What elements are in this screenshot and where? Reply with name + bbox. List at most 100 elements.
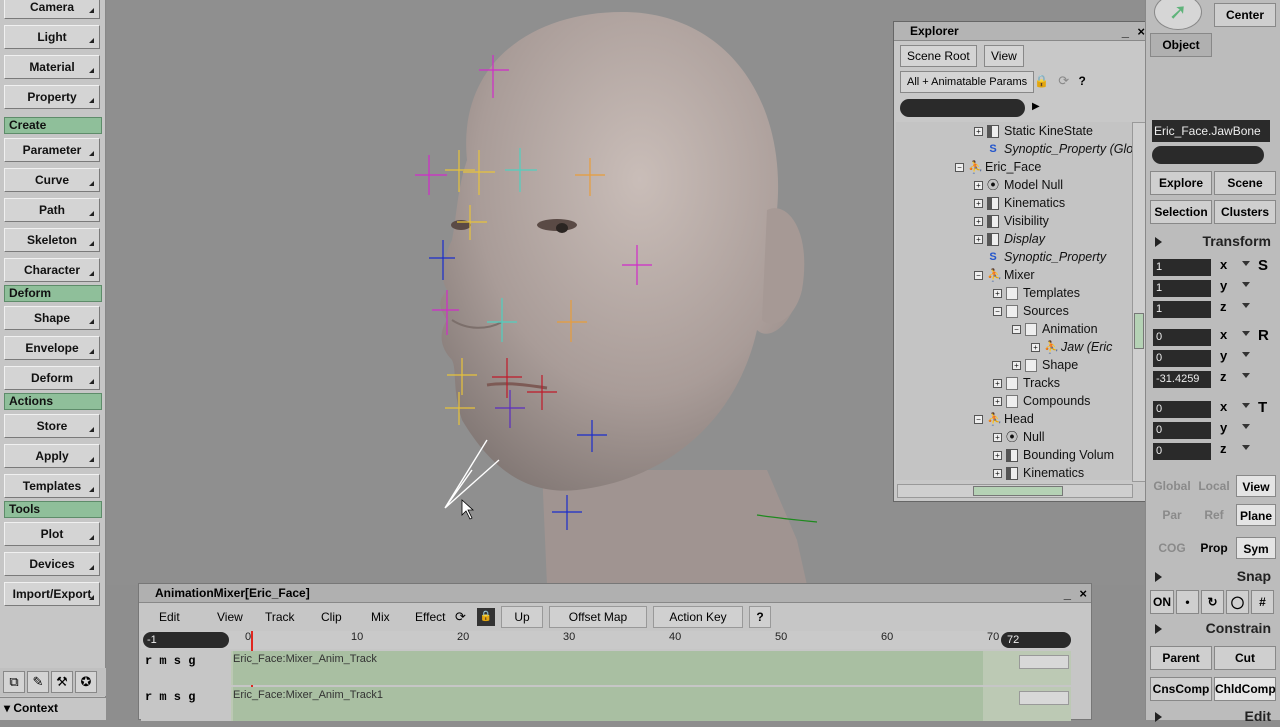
collapse-icon[interactable]: − (955, 163, 964, 173)
axis-dropdown-icon[interactable] (1242, 373, 1250, 378)
close-icon[interactable]: × (1137, 23, 1145, 41)
expand-icon[interactable]: + (993, 451, 1002, 461)
axis-dropdown-icon[interactable] (1242, 403, 1250, 408)
snap-on-button[interactable]: ON (1150, 590, 1174, 614)
expand-icon[interactable]: + (974, 217, 983, 227)
translate-x-field[interactable]: 0 (1153, 401, 1211, 418)
clusters-button[interactable]: Clusters (1214, 200, 1276, 224)
hammer-tool-icon[interactable]: ⚒ (51, 671, 73, 693)
menu-view[interactable]: View (217, 606, 243, 628)
global-button[interactable]: Global (1152, 475, 1192, 497)
camera-button[interactable]: Camera (4, 0, 100, 19)
scale-x-field[interactable]: 1 (1153, 259, 1211, 276)
explorer-view-button[interactable]: View (984, 45, 1024, 67)
prop-button[interactable]: Prop (1194, 537, 1234, 559)
hscroll-thumb[interactable] (973, 486, 1063, 496)
expand-icon[interactable]: + (974, 235, 983, 245)
rotate-mode-icon[interactable]: R (1258, 327, 1269, 344)
track-controls[interactable]: r m s g (141, 687, 231, 721)
cog-button[interactable]: COG (1152, 537, 1192, 559)
explorer-horizontal-scrollbar[interactable] (897, 484, 1133, 498)
axis-x-label[interactable]: x (1220, 327, 1227, 342)
tree-item[interactable]: + Kinematics (993, 464, 1084, 480)
mixer-track[interactable]: r m s g Eric_Face:Mixer_Anim_Track (141, 651, 1071, 685)
collapse-icon[interactable]: − (993, 307, 1002, 317)
tree-item[interactable]: − Animation (1012, 320, 1098, 338)
help-button[interactable]: ? (749, 606, 771, 628)
menu-track[interactable]: Track (265, 606, 295, 628)
view-button[interactable]: View (1236, 475, 1276, 497)
up-button[interactable]: Up (501, 606, 543, 628)
scale-z-field[interactable]: 1 (1153, 301, 1211, 318)
selection-filter-input[interactable] (1152, 146, 1264, 164)
axis-dropdown-icon[interactable] (1242, 261, 1250, 266)
parent-button[interactable]: Parent (1150, 646, 1212, 670)
object-button[interactable]: Object (1150, 33, 1212, 57)
ref-button[interactable]: Ref (1194, 504, 1234, 526)
explorer-search-input[interactable] (900, 99, 1025, 117)
expand-icon[interactable]: + (974, 181, 983, 191)
context-menu-button[interactable]: ▾ Context (0, 697, 106, 720)
scale-mode-icon[interactable]: S (1258, 257, 1268, 274)
translate-y-field[interactable]: 0 (1153, 422, 1211, 439)
minimize-icon[interactable]: _ (1064, 585, 1071, 603)
expand-icon[interactable]: + (993, 397, 1002, 407)
deform-button[interactable]: Deform (4, 366, 100, 390)
material-button[interactable]: Material (4, 55, 100, 79)
snap-header[interactable]: Snap (1149, 565, 1279, 587)
tree-item[interactable]: − Sources (993, 302, 1069, 320)
expand-icon[interactable]: + (1012, 361, 1021, 371)
tree-item[interactable]: S Synoptic_Property (974, 248, 1106, 266)
scene-root-button[interactable]: Scene Root (900, 45, 977, 67)
scroll-thumb[interactable] (1134, 313, 1144, 349)
menu-effect[interactable]: Effect (415, 606, 445, 628)
center-button[interactable]: Center (1214, 3, 1276, 27)
end-frame-field[interactable]: 72 (1001, 632, 1071, 648)
chldcomp-button[interactable]: ChldComp (1214, 677, 1276, 701)
apply-button[interactable]: Apply (4, 444, 100, 468)
snap-option-icon[interactable]: # (1251, 590, 1274, 614)
tree-item[interactable]: S Synoptic_Property (Glo (974, 140, 1133, 158)
lock-icon[interactable]: 🔒 (477, 608, 495, 626)
constrain-header[interactable]: Constrain (1149, 617, 1279, 639)
scene-button[interactable]: Scene (1214, 171, 1276, 195)
skeleton-button[interactable]: Skeleton (4, 228, 100, 252)
translate-z-field[interactable]: 0 (1153, 443, 1211, 460)
collapse-icon[interactable]: − (974, 415, 983, 425)
axis-dropdown-icon[interactable] (1242, 303, 1250, 308)
expand-icon[interactable]: + (993, 433, 1002, 443)
axis-dropdown-icon[interactable] (1242, 282, 1250, 287)
path-button[interactable]: Path (4, 198, 100, 222)
scale-y-field[interactable]: 1 (1153, 280, 1211, 297)
rotate-z-field[interactable]: -31.4259 (1153, 371, 1211, 388)
axis-y-label[interactable]: y (1220, 348, 1227, 363)
tree-item[interactable]: + ⛹ Jaw (Eric (1031, 338, 1112, 356)
store-button[interactable]: Store (4, 414, 100, 438)
close-icon[interactable]: × (1079, 585, 1087, 603)
draw-tool-icon[interactable]: ✎ (27, 671, 49, 693)
snap-option-icon[interactable]: ↻ (1201, 590, 1224, 614)
axis-z-label[interactable]: z (1220, 299, 1227, 314)
action-key-button[interactable]: Action Key (653, 606, 743, 628)
axis-y-label[interactable]: y (1220, 420, 1227, 435)
tree-item[interactable]: + Compounds (993, 392, 1090, 410)
explorer-tool-icons[interactable]: 🔒 ⟳ ? (1034, 73, 1104, 93)
curve-button[interactable]: Curve (4, 168, 100, 192)
lock-icon[interactable]: 🔒 (1034, 74, 1049, 88)
transform-header[interactable]: Transform (1149, 230, 1279, 252)
shape-button[interactable]: Shape (4, 306, 100, 330)
snap-option-icon[interactable]: • (1176, 590, 1199, 614)
axis-dropdown-icon[interactable] (1242, 445, 1250, 450)
menu-mix[interactable]: Mix (371, 606, 390, 628)
tree-item[interactable]: + Kinematics (974, 194, 1065, 212)
filter-dropdown[interactable]: All + Animatable Params (900, 71, 1035, 93)
selected-object-field[interactable]: Eric_Face.JawBone (1152, 120, 1270, 142)
collapse-icon[interactable]: − (1012, 325, 1021, 335)
tree-item[interactable]: − ⛹ Head (974, 410, 1034, 428)
collapse-icon[interactable]: − (974, 271, 983, 281)
explorer-title-bar[interactable]: Explorer _ × (894, 22, 1149, 41)
selection-arrow-icon[interactable]: ➚ (1154, 0, 1202, 30)
tree-item[interactable]: + Templates (993, 284, 1080, 302)
refresh-icon[interactable]: ⟳ (455, 609, 466, 625)
local-button[interactable]: Local (1194, 475, 1234, 497)
